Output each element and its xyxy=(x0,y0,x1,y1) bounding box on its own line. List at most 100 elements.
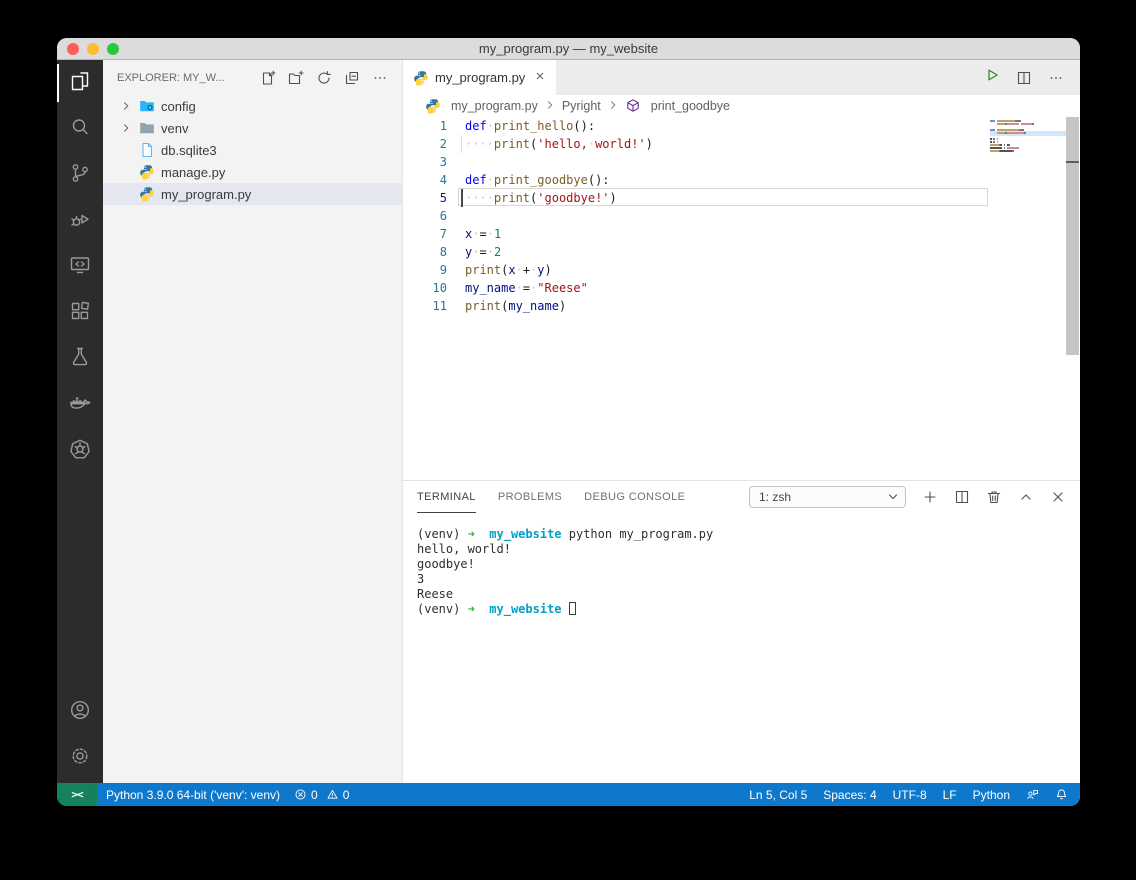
activity-bar-item-account[interactable] xyxy=(57,689,103,735)
desktop-background: my_program.py — my_website EXPLORER: MY_… xyxy=(0,0,1136,880)
status-left: Python 3.9.0 64-bit ('venv': venv) 0 0 xyxy=(97,788,349,802)
code-content: def·print_hello(): xyxy=(465,117,595,135)
activity-bar-item-kubernetes[interactable] xyxy=(57,428,103,474)
status-right-items: Ln 5, Col 5 Spaces: 4 UTF-8 LF Python xyxy=(749,788,1010,802)
activity-bar-top xyxy=(57,60,103,474)
remote-indicator[interactable]: >< xyxy=(57,783,97,806)
status-indentation[interactable]: Spaces: 4 xyxy=(823,788,876,802)
code-content: y·=·2 xyxy=(465,243,501,261)
terminal-cursor xyxy=(569,602,576,615)
close-window-button[interactable] xyxy=(67,43,79,55)
terminal-line-1: (venv) ➜ my_website python my_program.py xyxy=(417,527,1080,542)
problems-status[interactable]: 0 0 xyxy=(294,788,349,802)
activity-bar-item-testing[interactable] xyxy=(57,336,103,382)
status-language-mode[interactable]: Python xyxy=(973,788,1010,802)
file-item-db.sqlite3[interactable]: db.sqlite3 xyxy=(103,139,402,161)
panel-tab-debug-console[interactable]: DEBUG CONSOLE xyxy=(584,481,685,513)
panel-tab-problems[interactable]: PROBLEMS xyxy=(498,481,562,513)
title-bar: my_program.py — my_website xyxy=(57,38,1080,60)
activity-bar-item-remote-explorer[interactable] xyxy=(57,244,103,290)
code-line-9[interactable]: 9print(x·+·y) xyxy=(403,261,1080,279)
more-actions-button[interactable] xyxy=(1048,70,1064,86)
activity-bar-item-search[interactable] xyxy=(57,106,103,152)
code-line-8[interactable]: 8y·=·2 xyxy=(403,243,1080,261)
file-item-manage.py[interactable]: manage.py xyxy=(103,161,402,183)
zoom-window-button[interactable] xyxy=(107,43,119,55)
kubernetes-icon xyxy=(68,437,92,466)
activity-bar-item-settings[interactable] xyxy=(57,735,103,781)
kill-terminal-button[interactable] xyxy=(986,489,1002,505)
more-actions-button[interactable] xyxy=(372,70,388,86)
breadcrumb-item-print_goodbye[interactable]: print_goodbye xyxy=(625,98,730,114)
code-line-2[interactable]: 2····print('hello,·world!') xyxy=(403,135,1080,153)
breadcrumb-item-Pyright[interactable]: Pyright xyxy=(562,99,601,113)
minimap[interactable] xyxy=(990,120,1068,153)
python-icon xyxy=(139,164,155,180)
breadcrumb: my_program.py Pyright print_goodbye xyxy=(403,95,1080,117)
line-number: 10 xyxy=(403,279,465,297)
activity-bar-item-docker[interactable] xyxy=(57,382,103,428)
minimap-line xyxy=(990,135,1068,137)
activity-bar-item-extensions[interactable] xyxy=(57,290,103,336)
explorer-title: EXPLORER: MY_W... xyxy=(117,72,225,84)
file-item-venv[interactable]: venv xyxy=(103,117,402,139)
extensions-icon xyxy=(68,299,92,328)
activity-bar-item-explorer[interactable] xyxy=(57,60,103,106)
new-terminal-button[interactable] xyxy=(922,489,938,505)
split-terminal-button[interactable] xyxy=(954,489,970,505)
new-folder-button[interactable] xyxy=(288,70,304,86)
terminal-selector[interactable]: 1: zsh xyxy=(749,486,906,508)
minimap-line xyxy=(990,126,1068,128)
cursor-indent-guide xyxy=(461,189,463,207)
minimap-line xyxy=(990,138,1068,140)
code-line-1[interactable]: 1def·print_hello(): xyxy=(403,117,1080,135)
warning-icon xyxy=(326,788,339,801)
code-line-7[interactable]: 7x·=·1 xyxy=(403,225,1080,243)
file-item-my_program.py[interactable]: my_program.py xyxy=(103,183,402,205)
collapse-folders-button[interactable] xyxy=(344,70,360,86)
editor-scrollbar[interactable] xyxy=(1066,117,1079,355)
code-line-10[interactable]: 10my_name·=·"Reese" xyxy=(403,279,1080,297)
editor-group: my_program.py my_program.py Pyright print_… xyxy=(403,60,1080,783)
editor-code: 1def·print_hello():2····print('hello,·wo… xyxy=(403,117,1080,315)
code-line-4[interactable]: 4def·print_goodbye(): xyxy=(403,171,1080,189)
minimize-window-button[interactable] xyxy=(87,43,99,55)
activity-bar xyxy=(57,60,103,783)
python-interpreter-status[interactable]: Python 3.9.0 64-bit ('venv': venv) xyxy=(106,788,280,802)
notifications-bell-icon[interactable] xyxy=(1055,788,1068,801)
close-tab-button[interactable] xyxy=(534,70,546,85)
code-line-5[interactable]: 5····print('goodbye!') xyxy=(403,189,1080,207)
error-icon xyxy=(294,788,307,801)
editor[interactable]: 1def·print_hello():2····print('hello,·wo… xyxy=(403,117,1080,480)
status-eol[interactable]: LF xyxy=(943,788,957,802)
line-number: 4 xyxy=(403,171,465,189)
code-line-11[interactable]: 11print(my_name) xyxy=(403,297,1080,315)
remote-explorer-icon xyxy=(68,253,92,282)
maximize-panel-button[interactable] xyxy=(1018,489,1034,505)
warning-count: 0 xyxy=(343,788,350,802)
terminal[interactable]: (venv) ➜ my_website python my_program.py… xyxy=(403,513,1080,783)
tab-my-program[interactable]: my_program.py xyxy=(403,60,556,95)
explorer-actions xyxy=(260,70,388,86)
refresh-explorer-button[interactable] xyxy=(316,70,332,86)
status-cursor-position[interactable]: Ln 5, Col 5 xyxy=(749,788,807,802)
split-editor-button[interactable] xyxy=(1016,70,1032,86)
file-item-config[interactable]: config xyxy=(103,95,402,117)
feedback-icon[interactable] xyxy=(1026,788,1039,801)
close-panel-button[interactable] xyxy=(1050,489,1066,505)
symbol-icon xyxy=(625,98,641,114)
run-button[interactable] xyxy=(984,67,1000,88)
code-line-3[interactable]: 3 xyxy=(403,153,1080,171)
minimap-line xyxy=(990,120,1068,122)
panel-action-icons xyxy=(922,489,1066,505)
panel-tab-terminal[interactable]: TERMINAL xyxy=(417,481,476,513)
breadcrumb-item-my_program.py[interactable]: my_program.py xyxy=(425,98,538,114)
status-encoding[interactable]: UTF-8 xyxy=(893,788,927,802)
new-file-button[interactable] xyxy=(260,70,276,86)
line-number: 1 xyxy=(403,117,465,135)
code-line-6[interactable]: 6 xyxy=(403,207,1080,225)
testing-icon xyxy=(68,345,92,374)
activity-bar-item-source-control[interactable] xyxy=(57,152,103,198)
activity-bar-item-run-debug[interactable] xyxy=(57,198,103,244)
file-tree: configvenvdb.sqlite3manage.pymy_program.… xyxy=(103,95,402,205)
